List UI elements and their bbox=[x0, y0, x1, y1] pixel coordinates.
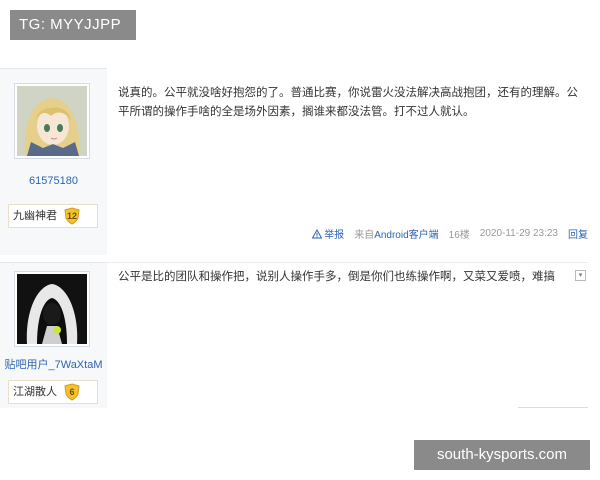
source-prefix: 来自 bbox=[354, 230, 375, 241]
badge-name: 江湖散人 bbox=[13, 386, 57, 398]
post-menu-dropdown-icon[interactable]: ▾ bbox=[575, 270, 586, 281]
source-client-link[interactable]: Android客户端 bbox=[374, 230, 438, 241]
post-content: 公平是比的团队和操作把，说别人操作手多，倒是你们也练操作啊，又菜又爱喷，难搞 bbox=[118, 271, 555, 283]
floor-number: 16楼 bbox=[448, 230, 470, 241]
report-link[interactable]: 举报 bbox=[312, 226, 344, 241]
post-meta: 举报 来自Android客户端 16楼 2020-11-29 23:23 回复 bbox=[312, 226, 588, 241]
level-number: 12 bbox=[66, 211, 77, 221]
level-shield-icon: 12 bbox=[63, 207, 81, 225]
level-number: 6 bbox=[69, 387, 75, 397]
author-sidebar: 贴吧用户_7WaXtaM 江湖散人 6 bbox=[0, 262, 107, 408]
anime-avatar-image bbox=[17, 86, 87, 156]
post-15: 61575180 九幽神君 12 说真的。公平就没啥好抱怨的了。普通比赛，你说雷… bbox=[0, 68, 600, 255]
tg-label: TG: MYYJJPP bbox=[10, 10, 136, 40]
report-label: 举报 bbox=[324, 230, 345, 241]
username-link[interactable]: 61575180 bbox=[0, 175, 107, 187]
author-sidebar: 61575180 九幽神君 12 bbox=[0, 68, 107, 255]
avatar[interactable] bbox=[14, 83, 90, 159]
divider-line bbox=[518, 407, 588, 408]
hooded-figure-avatar-image bbox=[17, 274, 87, 344]
post-time: 2020-11-29 23:23 bbox=[479, 228, 558, 239]
badge-name: 九幽神君 bbox=[13, 210, 57, 222]
client-source: 来自Android客户端 bbox=[354, 226, 438, 241]
reply-link[interactable]: 回复 bbox=[568, 226, 588, 241]
member-badge[interactable]: 九幽神君 12 bbox=[8, 204, 98, 228]
post-16: 贴吧用户_7WaXtaM 江湖散人 6 公平是比的团队和操作把，说别人操作手多，… bbox=[0, 262, 600, 408]
site-watermark: south-kysports.com bbox=[414, 440, 590, 470]
post-content: 说真的。公平就没啥好抱怨的了。普通比赛，你说雷火没法解决高战抱团，还有的理解。公… bbox=[118, 87, 578, 118]
warning-icon bbox=[312, 228, 323, 238]
username-link[interactable]: 贴吧用户_7WaXtaM bbox=[0, 356, 107, 372]
member-badge[interactable]: 江湖散人 6 bbox=[8, 380, 98, 404]
post-divider bbox=[107, 262, 588, 263]
avatar[interactable] bbox=[14, 271, 90, 347]
level-shield-icon: 6 bbox=[63, 383, 81, 401]
